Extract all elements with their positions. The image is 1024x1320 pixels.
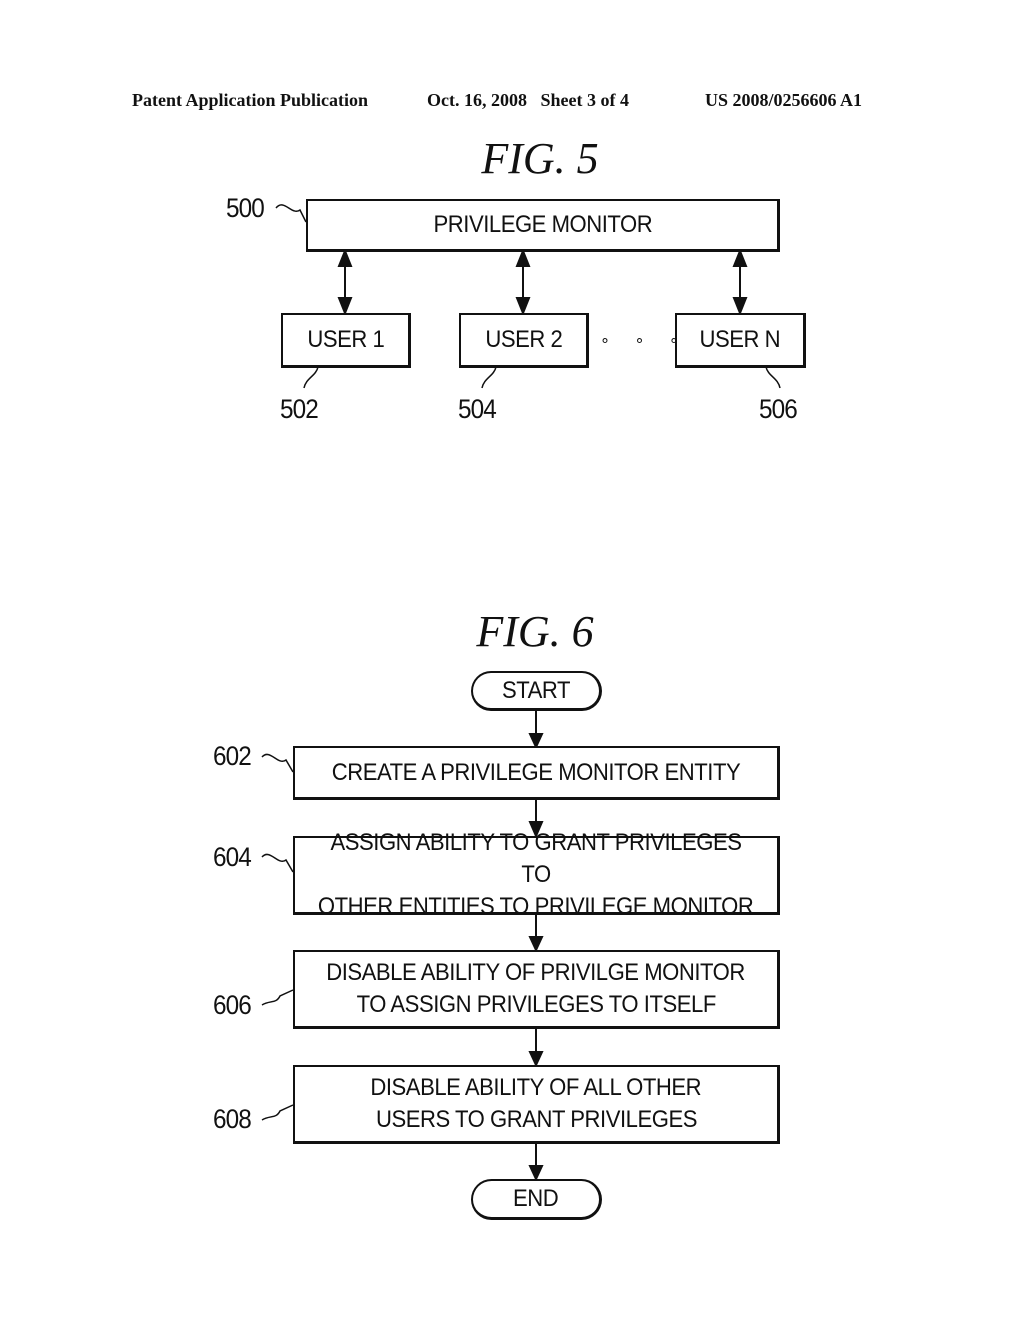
step-604-line1: ASSIGN ABILITY TO GRANT PRIVILEGES TO [330,829,742,888]
step-602-box: CREATE A PRIVILEGE MONITOR ENTITY [293,746,780,800]
user-2-box: USER 2 [459,313,589,368]
step-606-line2: TO ASSIGN PRIVILEGES TO ITSELF [356,991,716,1018]
step-604-box: ASSIGN ABILITY TO GRANT PRIVILEGES TO OT… [293,829,780,920]
step-608-line2: USERS TO GRANT PRIVILEGES [375,1106,697,1133]
start-terminal: START [471,671,602,711]
leader-502 [303,366,319,389]
step-608-box: DISABLE ABILITY OF ALL OTHER USERS TO GR… [293,1065,780,1144]
leader-606 [261,989,294,1006]
leader-602 [261,753,294,773]
user-n-label: USER N [699,326,781,353]
ref-606: 606 [213,990,252,1020]
privilege-monitor-label: PRIVILEGE MONITOR [433,211,652,238]
ref-604: 604 [213,842,252,872]
step-606-line1: DISABLE ABILITY OF PRIVILGE MONITOR [326,959,746,986]
leader-504 [481,366,497,389]
ref-502: 502 [280,394,319,424]
ref-602: 602 [213,741,252,771]
user-2-label: USER 2 [484,326,562,353]
end-terminal: END [471,1179,602,1220]
leader-506 [765,366,781,389]
start-label: START [501,676,571,704]
user-1-label: USER 1 [306,326,384,353]
user-1-box: USER 1 [281,313,411,368]
leader-500 [275,204,307,223]
ref-506: 506 [759,394,798,424]
ref-504: 504 [458,394,497,424]
ref-608: 608 [213,1104,252,1134]
end-label: END [513,1185,559,1212]
leader-608 [261,1104,294,1121]
step-608-line1: DISABLE ABILITY OF ALL OTHER [370,1074,702,1101]
fig5-title: FIG. 5 [481,134,599,183]
step-604-line2: OTHER ENTITIES TO PRIVILEGE MONITOR [318,893,754,920]
leader-604 [261,853,294,873]
ref-500: 500 [226,193,265,223]
step-602-text: CREATE A PRIVILEGE MONITOR ENTITY [331,758,741,786]
privilege-monitor-box: PRIVILEGE MONITOR [306,199,780,252]
step-606-box: DISABLE ABILITY OF PRIVILGE MONITOR TO A… [293,950,780,1029]
fig6-title: FIG. 6 [476,607,594,656]
user-n-box: USER N [675,313,806,368]
